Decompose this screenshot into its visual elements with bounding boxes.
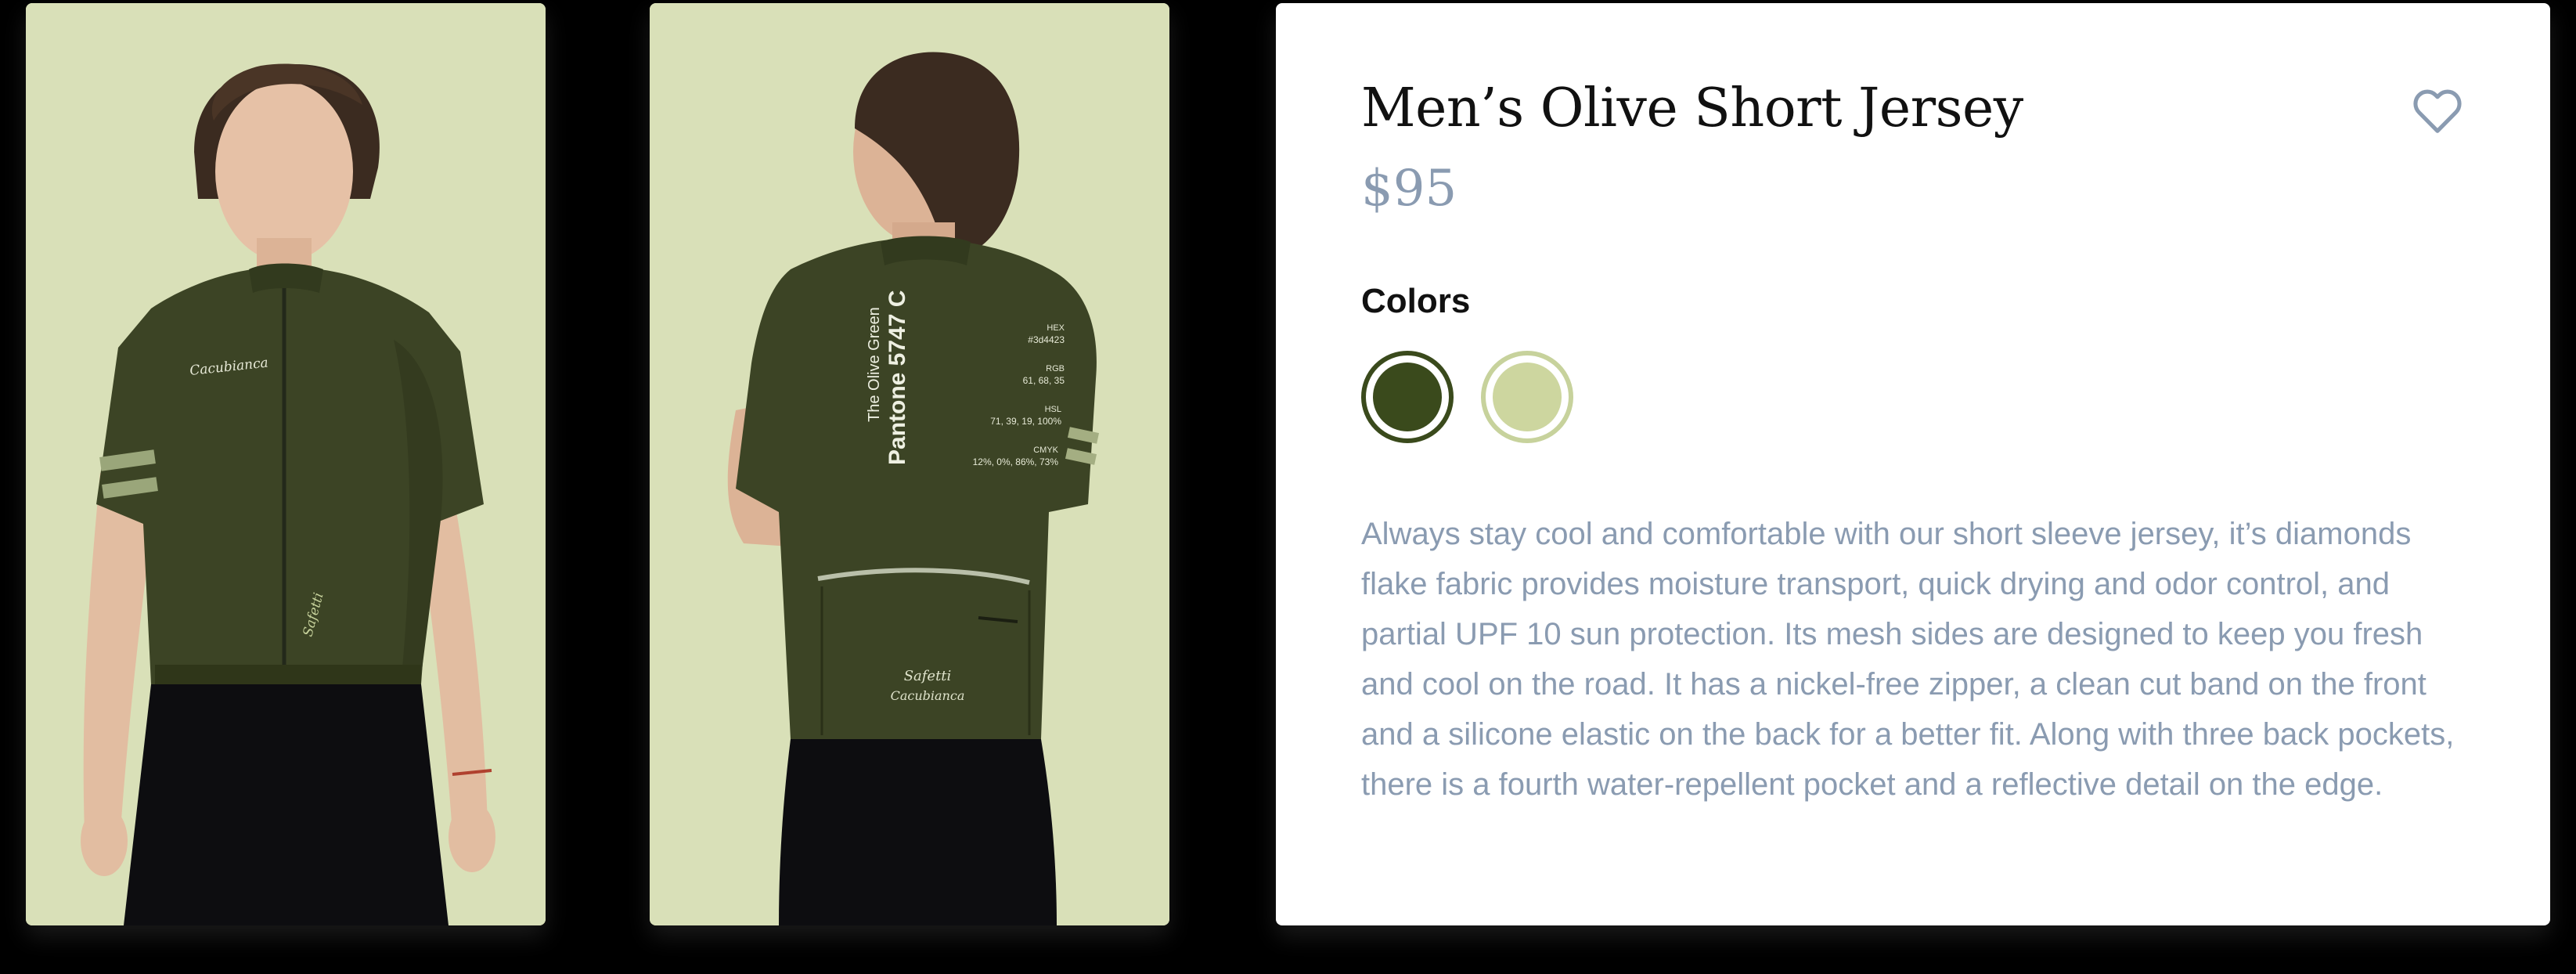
color-swatch-sage-fill <box>1493 363 1562 431</box>
product-image-front[interactable]: Cacubianca Safetti <box>26 3 546 925</box>
color-swatch-olive-fill <box>1373 363 1442 431</box>
product-details-card: Men’s Olive Short Jersey $95 Colors Alwa… <box>1276 3 2550 925</box>
product-description: Always stay cool and comfortable with ou… <box>1361 517 2455 802</box>
back-hsl-value: 71, 39, 19, 100% <box>990 416 1061 427</box>
color-swatch-sage[interactable] <box>1481 351 1573 443</box>
product-title: Men’s Olive Short Jersey <box>1361 78 2023 139</box>
back-rgb-label: RGB <box>1046 364 1065 373</box>
back-vertical-line2: Pantone 5747 C <box>884 290 910 465</box>
back-pocket-logo-1: Safetti <box>904 668 952 684</box>
back-hex-value: #3d4423 <box>1028 334 1065 345</box>
back-cmyk-label: CMYK <box>1033 446 1058 455</box>
back-vertical-line1: The Olive Green <box>866 307 883 422</box>
product-image-back[interactable]: The Olive Green Pantone 5747 C HEX #3d44… <box>650 3 1169 925</box>
front-model-illustration: Cacubianca Safetti <box>26 3 546 925</box>
back-pocket-logo-2: Cacubianca <box>891 688 965 703</box>
back-rgb-value: 61, 68, 35 <box>1023 375 1065 386</box>
heart-icon[interactable] <box>2412 87 2463 135</box>
product-price: $95 <box>1361 160 1457 218</box>
back-model-illustration: The Olive Green Pantone 5747 C HEX #3d44… <box>650 3 1169 925</box>
colors-label: Colors <box>1361 282 1471 320</box>
back-hsl-label: HSL <box>1045 405 1061 414</box>
back-hex-label: HEX <box>1047 323 1065 333</box>
color-swatch-olive[interactable] <box>1361 351 1454 443</box>
back-cmyk-value: 12%, 0%, 86%, 73% <box>973 456 1059 467</box>
